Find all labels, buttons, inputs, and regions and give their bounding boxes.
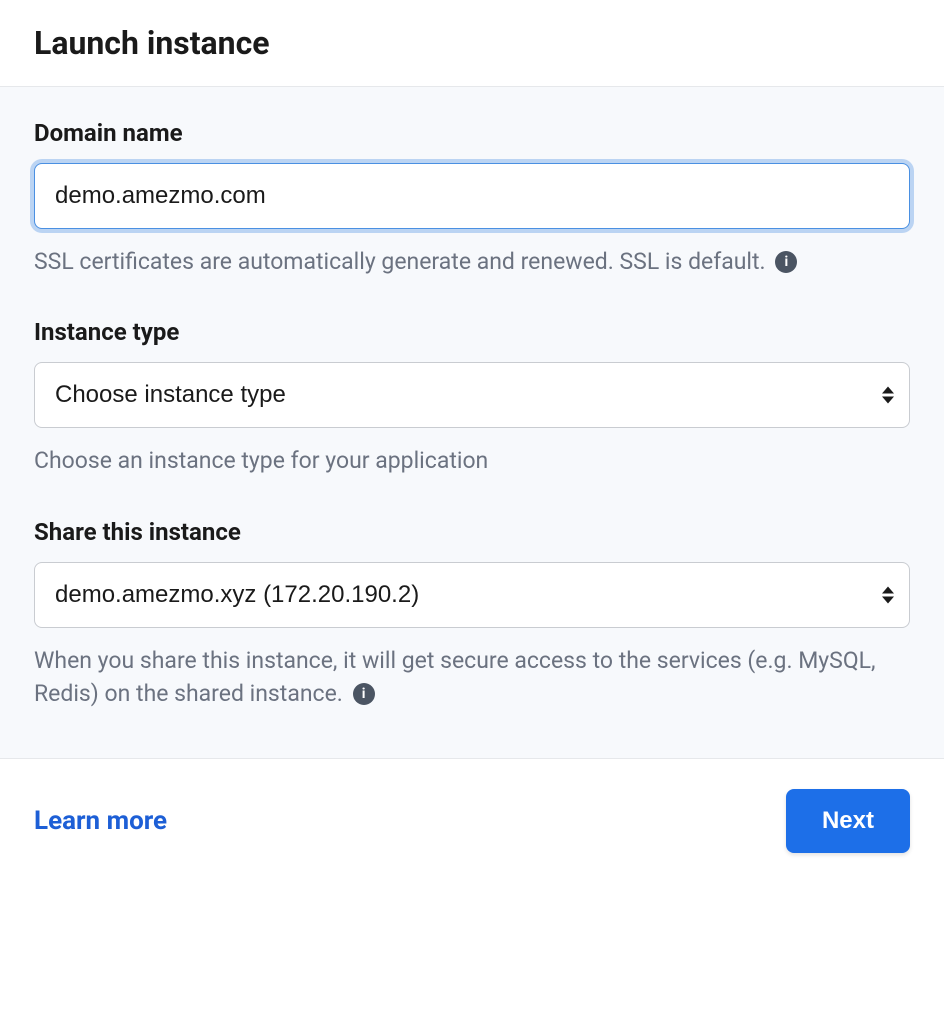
share-help-text: When you share this instance, it will ge… <box>34 647 876 707</box>
instance-type-help: Choose an instance type for your applica… <box>34 444 494 477</box>
instance-type-select[interactable]: Choose instance type <box>34 362 910 428</box>
instance-type-field-block: Instance type Choose instance type Choos… <box>34 318 910 477</box>
share-select-wrap: demo.amezmo.xyz (172.20.190.2) <box>34 562 910 628</box>
share-instance-select[interactable]: demo.amezmo.xyz (172.20.190.2) <box>34 562 910 628</box>
instance-type-label: Instance type <box>34 318 910 346</box>
domain-help: SSL certificates are automatically gener… <box>34 245 894 278</box>
instance-type-select-wrap: Choose instance type <box>34 362 910 428</box>
footer: Learn more Next <box>0 759 944 883</box>
share-field-block: Share this instance demo.amezmo.xyz (172… <box>34 518 910 711</box>
domain-label: Domain name <box>34 119 910 147</box>
page-title: Launch instance <box>34 24 910 62</box>
share-help: When you share this instance, it will ge… <box>34 644 894 711</box>
share-label: Share this instance <box>34 518 910 546</box>
header: Launch instance <box>0 0 944 86</box>
domain-input[interactable] <box>34 163 910 229</box>
info-icon[interactable]: i <box>353 683 375 705</box>
next-button[interactable]: Next <box>786 789 910 853</box>
domain-help-text: SSL certificates are automatically gener… <box>34 248 766 275</box>
info-icon[interactable]: i <box>775 251 797 273</box>
form-area: Domain name SSL certificates are automat… <box>0 86 944 759</box>
learn-more-link[interactable]: Learn more <box>34 806 167 836</box>
domain-field-block: Domain name SSL certificates are automat… <box>34 119 910 278</box>
